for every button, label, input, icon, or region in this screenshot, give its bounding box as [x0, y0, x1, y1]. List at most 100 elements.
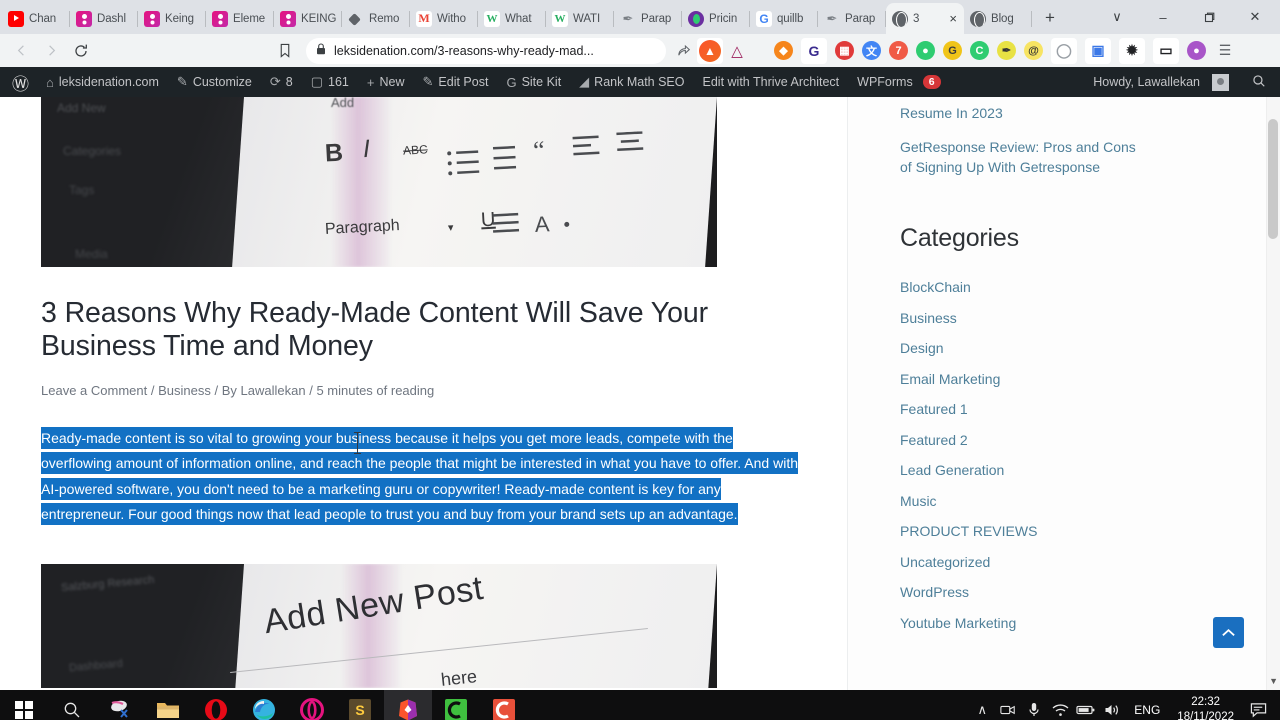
bookmark-icon[interactable]	[268, 37, 302, 65]
new-tab-button[interactable]: +	[1036, 4, 1064, 32]
leave-a-comment-link[interactable]: Leave a Comment	[41, 383, 147, 398]
scrollbar-thumb[interactable]	[1268, 119, 1278, 239]
category-link[interactable]: PRODUCT REVIEWS	[900, 521, 1280, 541]
shield-icon[interactable]: ◯	[1051, 37, 1077, 64]
colorful-grid-icon[interactable]: ▦	[835, 41, 854, 60]
bulb-extension-icon[interactable]: ●	[916, 41, 935, 60]
clock[interactable]: 22:32 18/11/2022	[1169, 695, 1242, 720]
notification-center-icon[interactable]	[1242, 690, 1274, 720]
browser-tab[interactable]: Chan	[2, 3, 70, 34]
camtasia-recorder-icon[interactable]	[480, 690, 528, 720]
post-category-link[interactable]: Business	[158, 383, 211, 398]
opera-icon[interactable]	[192, 690, 240, 720]
microphone-icon[interactable]	[1021, 690, 1047, 720]
rank-math-icon: ◢	[579, 74, 590, 89]
sidebar-toggle-icon[interactable]: ▭	[1153, 37, 1179, 64]
browser-tab[interactable]: M Witho	[410, 3, 478, 34]
admin-search-icon[interactable]	[1238, 74, 1276, 91]
browser-tab[interactable]: W What	[478, 3, 546, 34]
page-scrollbar[interactable]: ▼	[1266, 97, 1280, 690]
close-window-button[interactable]: ✕	[1232, 1, 1278, 33]
browser-tab[interactable]: Eleme	[206, 3, 274, 34]
browser-tab[interactable]: Dashl	[70, 3, 138, 34]
share-icon[interactable]	[670, 38, 696, 64]
brave-browser-icon[interactable]	[384, 690, 432, 720]
category-link[interactable]: Music	[900, 491, 1280, 511]
wordpress-icon	[280, 10, 296, 27]
category-link[interactable]: Design	[900, 338, 1280, 358]
browser-tab[interactable]: Pricin	[682, 3, 750, 34]
sublime-text-icon[interactable]: S	[336, 690, 384, 720]
microsoft-edge-icon[interactable]	[240, 690, 288, 720]
minimize-button[interactable]: –	[1140, 1, 1186, 33]
browser-tab[interactable]: Keing	[138, 3, 206, 34]
scrollbar-down-arrow[interactable]: ▼	[1269, 676, 1278, 686]
category-link[interactable]: Featured 1	[900, 399, 1280, 419]
google-translate-icon[interactable]: 文	[862, 41, 881, 60]
start-button[interactable]	[0, 690, 48, 720]
browser-tab[interactable]: 3 ×	[886, 3, 964, 34]
back-to-top-button[interactable]	[1213, 617, 1244, 648]
admin-site-name[interactable]: ⌂ leksidenation.com	[37, 67, 168, 97]
highlighter-icon[interactable]: ✒	[997, 41, 1016, 60]
screen-recorder-icon[interactable]: ▣	[1085, 37, 1111, 64]
admin-wpforms[interactable]: WPForms 6	[848, 67, 949, 97]
browser-tab[interactable]: KEING	[274, 3, 342, 34]
category-link[interactable]: Uncategorized	[900, 552, 1280, 572]
recent-post-link[interactable]: GetResponse Review: Pros and Cons of Sig…	[900, 137, 1145, 177]
category-link[interactable]: Lead Generation	[900, 460, 1280, 480]
category-link[interactable]: Business	[900, 308, 1280, 328]
forward-button[interactable]	[36, 37, 66, 65]
triangle-extension-icon[interactable]: △	[724, 38, 750, 64]
category-link[interactable]: BlockChain	[900, 277, 1280, 297]
camtasia-icon[interactable]	[432, 690, 480, 720]
browser-menu-icon[interactable]: ☰	[1212, 38, 1238, 64]
admin-customize[interactable]: ✎ Customize	[168, 67, 261, 97]
category-link[interactable]: Featured 2	[900, 430, 1280, 450]
wordpress-logo-icon[interactable]: Ⓦ	[8, 70, 37, 95]
browser-tab[interactable]: Remo	[342, 3, 410, 34]
brave-shields-icon[interactable]: ▲	[697, 37, 723, 64]
admin-new[interactable]: + New	[358, 67, 414, 97]
seo-extension-icon[interactable]: 7	[889, 41, 908, 60]
browser-tab-title: Parap	[845, 12, 876, 25]
search-button[interactable]	[48, 690, 96, 720]
reload-button[interactable]	[66, 37, 96, 65]
snip-sketch-icon[interactable]	[96, 690, 144, 720]
green-circle-icon[interactable]: C	[970, 41, 989, 60]
volume-icon[interactable]	[1099, 690, 1125, 720]
metamask-fox-icon[interactable]: ◆	[774, 41, 793, 60]
tray-chevron-icon[interactable]: ∧	[969, 690, 995, 720]
category-link[interactable]: WordPress	[900, 582, 1280, 602]
wifi-icon[interactable]	[1047, 690, 1073, 720]
category-link[interactable]: Email Marketing	[900, 369, 1280, 389]
recent-post-link[interactable]: Resume In 2023	[900, 103, 1145, 123]
language-indicator[interactable]: ENG	[1125, 703, 1169, 717]
grammarly-g-icon[interactable]: G	[943, 41, 962, 60]
browser-tab[interactable]: ✒ Parap	[614, 3, 682, 34]
browser-tab[interactable]: Gquillb	[750, 3, 818, 34]
admin-comments[interactable]: ▢ 161	[302, 67, 358, 97]
browser-tab[interactable]: ✒ Parap	[818, 3, 886, 34]
back-button[interactable]	[6, 37, 36, 65]
profile-avatar-icon[interactable]: ●	[1187, 41, 1206, 60]
admin-edit-post[interactable]: ✎ Edit Post	[414, 67, 498, 97]
admin-site-kit[interactable]: G Site Kit	[497, 67, 570, 97]
battery-icon[interactable]	[1073, 690, 1099, 720]
mention-icon[interactable]: @	[1024, 41, 1043, 60]
maximize-button[interactable]	[1186, 1, 1232, 33]
tab-search-button[interactable]: ∨	[1094, 1, 1140, 33]
camera-icon[interactable]	[995, 690, 1021, 720]
address-bar[interactable]: leksidenation.com/3-reasons-why-ready-ma…	[306, 37, 666, 64]
admin-howdy[interactable]: Howdy, Lawallekan	[1084, 67, 1238, 97]
admin-thrive-architect[interactable]: Edit with Thrive Architect	[694, 67, 849, 97]
admin-updates[interactable]: ⟳ 8	[261, 67, 302, 97]
close-tab-button[interactable]: ×	[948, 12, 958, 25]
admin-rank-math[interactable]: ◢ Rank Math SEO	[570, 67, 693, 97]
puzzle-extensions-icon[interactable]: ✹	[1119, 37, 1145, 64]
opera-gx-icon[interactable]	[288, 690, 336, 720]
browser-tab[interactable]: Blog	[964, 3, 1032, 34]
file-explorer-icon[interactable]	[144, 690, 192, 720]
grammarly-icon[interactable]: G	[801, 37, 827, 64]
browser-tab[interactable]: W WATI	[546, 3, 614, 34]
